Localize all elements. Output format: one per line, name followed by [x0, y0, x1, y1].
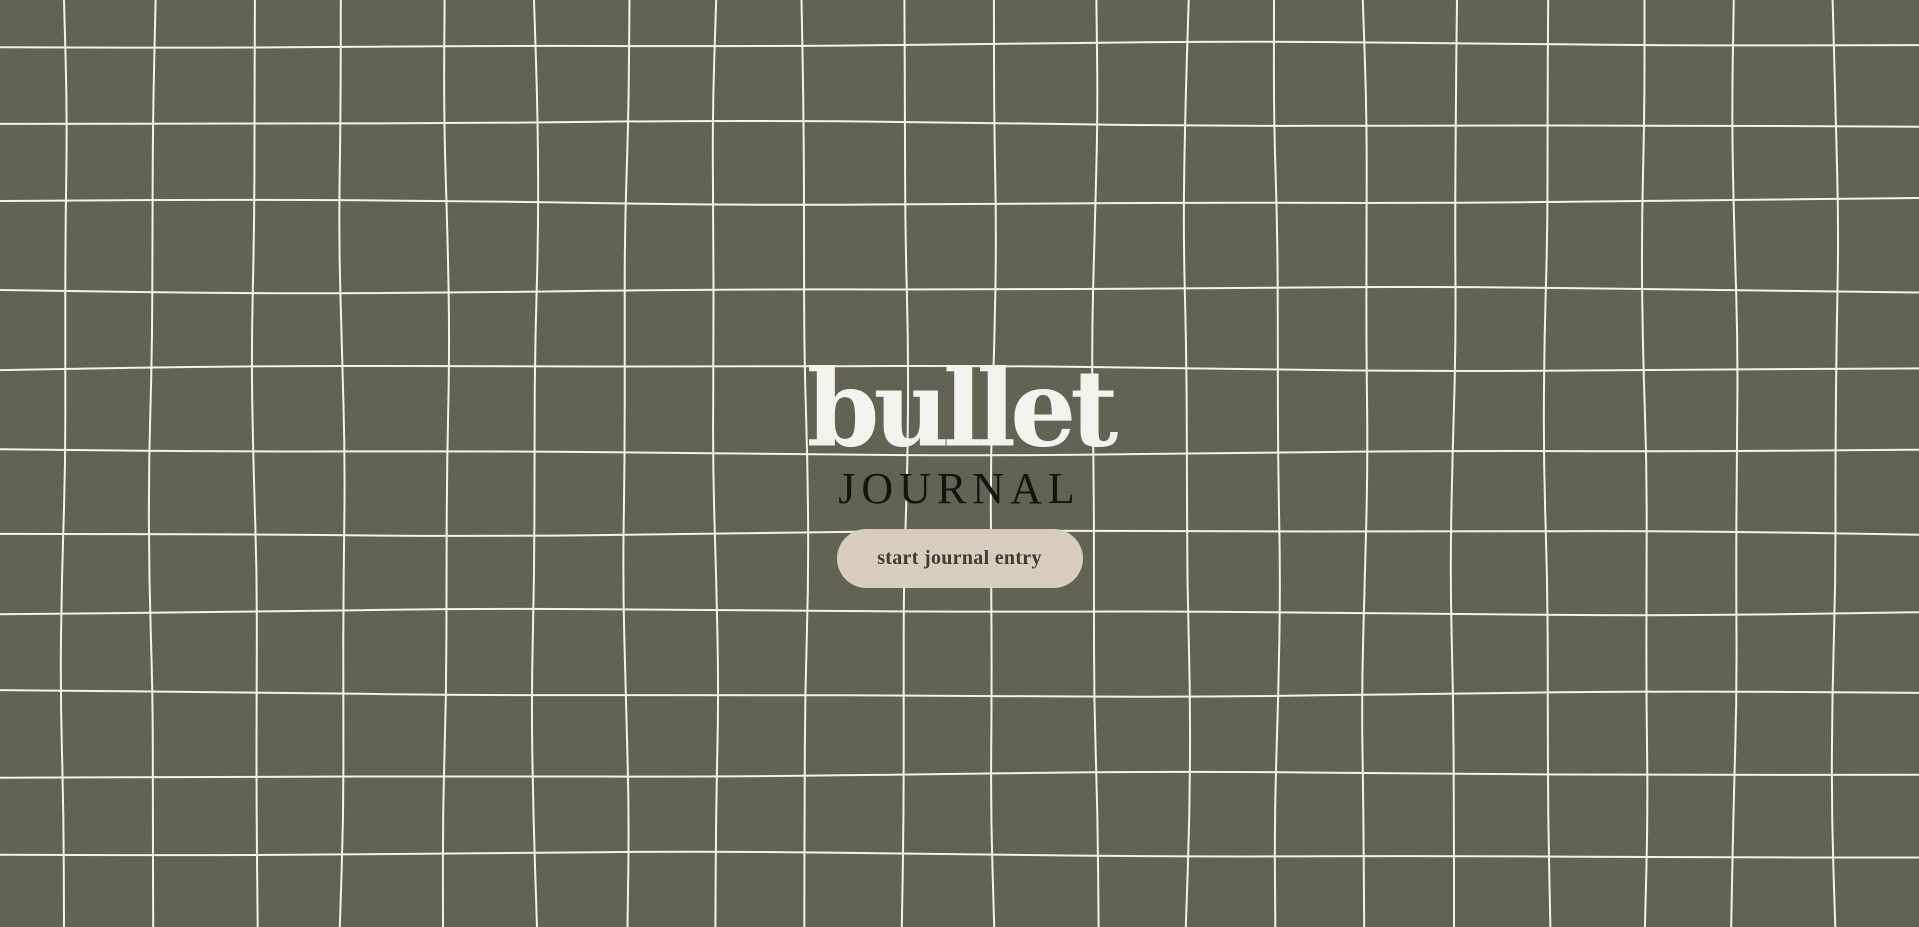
brand-subtitle: JOURNAL [838, 464, 1081, 513]
start-journal-entry-button[interactable]: start journal entry [836, 529, 1083, 588]
brand-title: bullet [806, 345, 1119, 472]
hero: bullet JOURNAL start journal entry [0, 0, 1919, 927]
